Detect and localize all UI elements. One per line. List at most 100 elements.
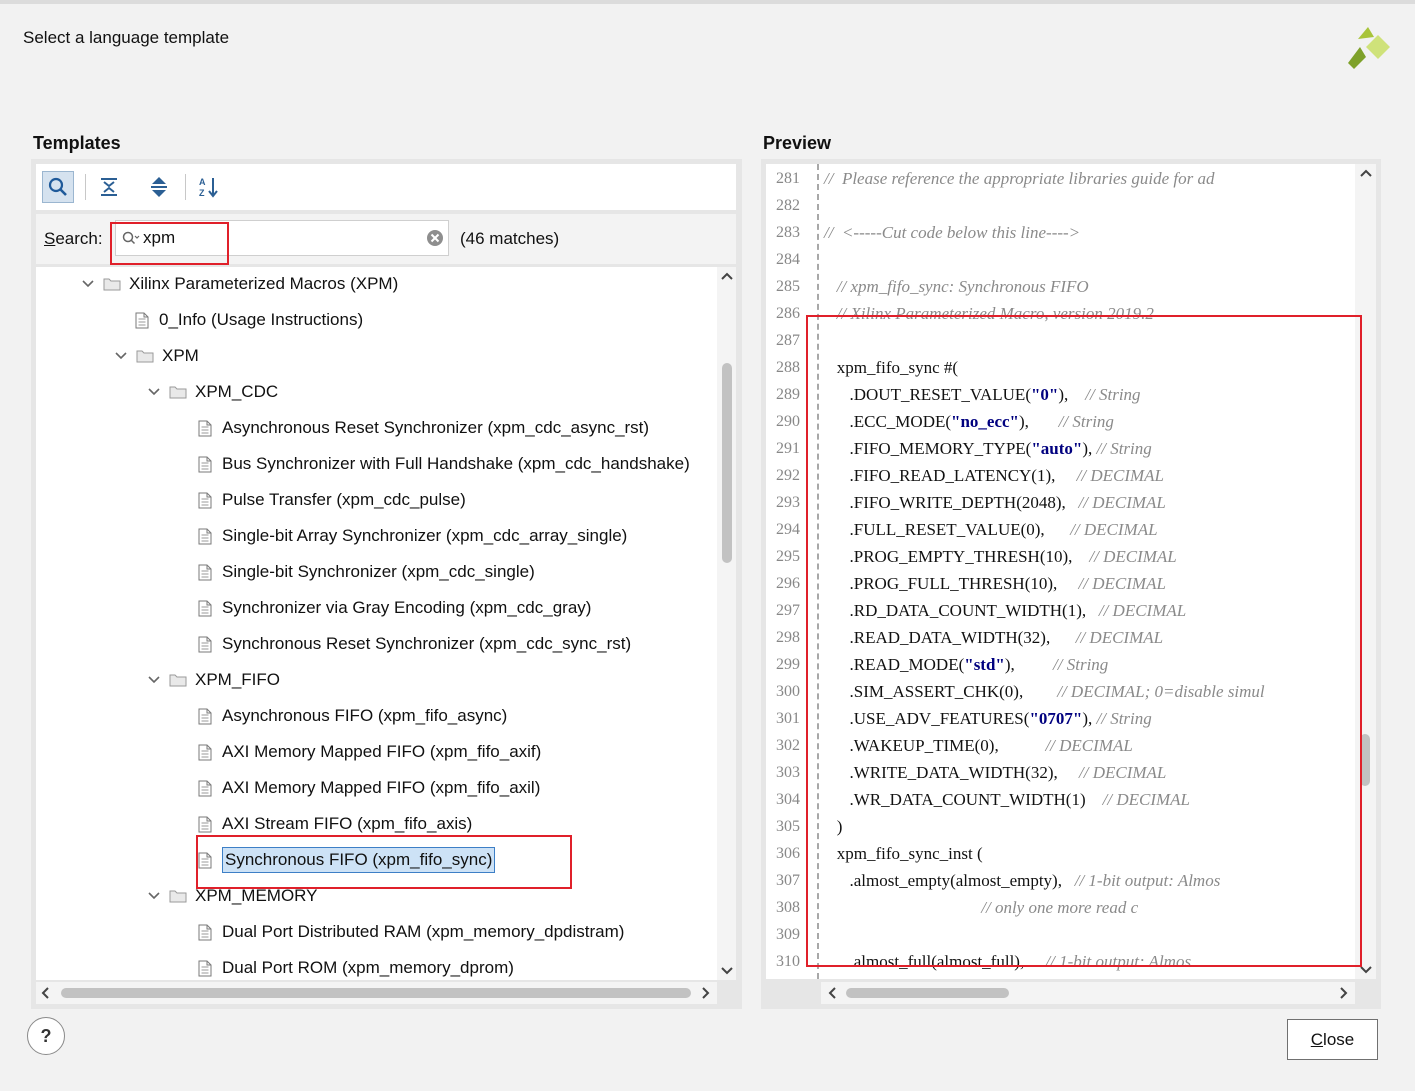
collapse-all-button[interactable]	[93, 171, 125, 203]
sort-button[interactable]: A Z	[193, 171, 225, 203]
tree-item-label: Synchronous Reset Synchronizer (xpm_cdc_…	[222, 634, 632, 653]
tree-item[interactable]: Single-bit Array Synchronizer (xpm_cdc_a…	[198, 521, 627, 551]
code-comment: // Please reference the appropriate libr…	[824, 169, 1215, 188]
collapse-all-icon	[101, 178, 117, 196]
tree-vertical-scroll-thumb[interactable]	[722, 363, 732, 563]
tree-item-label: Dual Port Distributed RAM (xpm_memory_dp…	[222, 922, 625, 941]
clear-search-icon[interactable]	[426, 229, 444, 247]
line-number: 281	[776, 170, 800, 187]
code-line: // <-----Cut code below this line---->	[824, 219, 1080, 246]
tree-item-label: XPM_CDC	[195, 382, 279, 401]
sort-az-icon: A Z	[199, 177, 218, 198]
scroll-down-icon[interactable]	[720, 966, 734, 976]
tree-item-label: Asynchronous Reset Synchronizer (xpm_cdc…	[222, 418, 650, 437]
line-number: 288	[776, 359, 800, 376]
chevron-down-icon[interactable]	[147, 889, 161, 903]
document-icon	[198, 780, 212, 796]
tree-item-label: Single-bit Array Synchronizer (xpm_cdc_a…	[222, 526, 628, 545]
code-comment: // xpm_fifo_sync: Synchronous FIFO	[824, 277, 1089, 296]
code-line: // xpm_fifo_sync: Synchronous FIFO	[824, 273, 1089, 300]
window-top-border	[0, 0, 1415, 4]
tree-folder[interactable]: XPM_CDC	[147, 377, 278, 407]
preview-heading: Preview	[763, 133, 832, 153]
folder-icon	[169, 890, 187, 903]
line-number: 289	[776, 386, 800, 403]
document-icon	[198, 492, 212, 508]
line-number: 305	[776, 818, 800, 835]
scroll-right-icon[interactable]	[701, 986, 711, 1000]
tree-item[interactable]: Synchronizer via Gray Encoding (xpm_cdc_…	[198, 593, 591, 623]
chevron-down-icon[interactable]	[81, 277, 95, 291]
dialog-title: Select a language template	[23, 28, 230, 47]
tree-folder[interactable]: XPM	[114, 341, 199, 371]
preview-horizontal-scroll-thumb[interactable]	[846, 988, 1009, 998]
tree-item[interactable]: Bus Synchronizer with Full Handshake (xp…	[198, 449, 690, 479]
tree-item-label: XPM_FIFO	[195, 670, 281, 689]
document-icon	[198, 564, 212, 580]
match-count: (46 matches)	[460, 229, 560, 248]
svg-text:Z: Z	[199, 188, 205, 198]
tree-horizontal-scrollbar[interactable]	[36, 982, 717, 1004]
tree-item[interactable]: Dual Port ROM (xpm_memory_dprom)	[198, 953, 514, 980]
help-button[interactable]: ?	[27, 1017, 65, 1055]
tree-item[interactable]: Asynchronous Reset Synchronizer (xpm_cdc…	[198, 413, 649, 443]
scroll-right-icon[interactable]	[1339, 986, 1349, 1000]
search-label: Search:	[44, 229, 103, 248]
line-number: 282	[776, 197, 800, 214]
chevron-down-icon[interactable]	[147, 385, 161, 399]
search-button[interactable]	[42, 171, 74, 203]
tree-item-label: Single-bit Synchronizer (xpm_cdc_single)	[222, 562, 535, 581]
tree-item[interactable]: Dual Port Distributed RAM (xpm_memory_dp…	[198, 917, 624, 947]
line-number: 294	[776, 521, 800, 538]
tree-item-label: Xilinx Parameterized Macros (XPM)	[129, 274, 399, 293]
close-button[interactable]: Close	[1287, 1019, 1378, 1060]
svg-text:A: A	[199, 177, 206, 187]
code-comment: // <-----Cut code below this line---->	[824, 223, 1081, 242]
tree-item[interactable]: AXI Memory Mapped FIFO (xpm_fifo_axif)	[198, 737, 541, 767]
chevron-down-icon[interactable]	[147, 673, 161, 687]
toolbar-separator	[85, 174, 86, 200]
expand-all-button[interactable]	[143, 171, 175, 203]
folder-icon	[103, 278, 121, 291]
document-icon	[198, 420, 212, 436]
document-icon	[198, 456, 212, 472]
toolbar-separator	[185, 174, 186, 200]
scroll-up-icon[interactable]	[1359, 168, 1373, 178]
chevron-down-icon[interactable]	[114, 349, 128, 363]
tree-item[interactable]: Asynchronous FIFO (xpm_fifo_async)	[198, 701, 507, 731]
tree-vertical-scrollbar[interactable]	[717, 267, 736, 980]
tree-folder[interactable]: XPM_FIFO	[147, 665, 280, 695]
tree-item-label: 0_Info (Usage Instructions)	[159, 310, 364, 329]
tree-item[interactable]: Synchronous Reset Synchronizer (xpm_cdc_…	[198, 629, 631, 659]
preview-horizontal-scrollbar[interactable]	[821, 982, 1355, 1004]
scroll-left-icon[interactable]	[40, 986, 50, 1000]
xilinx-logo-icon	[1348, 27, 1390, 69]
tree-item-label: AXI Memory Mapped FIFO (xpm_fifo_axil)	[222, 778, 541, 797]
tree-item-label: XPM	[162, 346, 199, 365]
expand-all-icon	[151, 177, 167, 197]
line-number: 284	[776, 251, 800, 268]
line-number: 299	[776, 656, 800, 673]
code-line: // Please reference the appropriate libr…	[824, 165, 1214, 192]
line-number: 309	[776, 926, 800, 943]
line-number: 302	[776, 737, 800, 754]
line-number: 297	[776, 602, 800, 619]
line-number: 293	[776, 494, 800, 511]
scroll-up-icon[interactable]	[720, 271, 734, 281]
scroll-left-icon[interactable]	[827, 986, 837, 1000]
document-icon	[198, 744, 212, 760]
folder-icon	[169, 386, 187, 399]
tree-item[interactable]: AXI Memory Mapped FIFO (xpm_fifo_axil)	[198, 773, 540, 803]
tree-item[interactable]: Pulse Transfer (xpm_cdc_pulse)	[198, 485, 466, 515]
line-number: 286	[776, 305, 800, 322]
tree-horizontal-scroll-thumb[interactable]	[61, 988, 691, 998]
line-number: 285	[776, 278, 800, 295]
tree-item[interactable]: 0_Info (Usage Instructions)	[135, 305, 363, 335]
tree-item-label: Bus Synchronizer with Full Handshake (xp…	[222, 454, 690, 473]
code-line: // only one more write	[824, 975, 1131, 979]
tree-item-label: AXI Stream FIFO (xpm_fifo_axis)	[222, 814, 473, 833]
tree-folder[interactable]: Xilinx Parameterized Macros (XPM)	[81, 269, 398, 299]
document-icon	[198, 636, 212, 652]
line-number: 306	[776, 845, 800, 862]
tree-item[interactable]: Single-bit Synchronizer (xpm_cdc_single)	[198, 557, 535, 587]
